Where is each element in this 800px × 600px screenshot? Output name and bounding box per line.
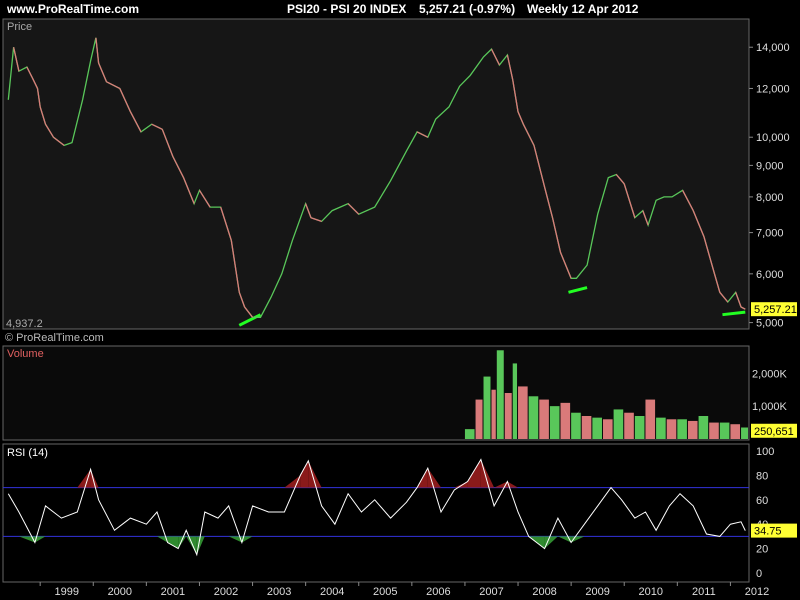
volume-bar (656, 417, 666, 439)
volume-bar (698, 416, 709, 439)
time-tick-label: 2010 (639, 586, 663, 598)
price-axis: 14,000 12,000 10,000 9,000 8,000 7,000 6,000 5,… (749, 42, 790, 330)
volume-bar (592, 417, 602, 439)
volume-bar (560, 402, 571, 439)
volume-bar (645, 399, 656, 439)
volume-panel[interactable]: Volume 2,000K 1,000K 250,651 (2, 345, 797, 441)
time-tick-label: 2009 (585, 586, 609, 598)
last-rsi-text: 34.75 (754, 526, 782, 538)
rsi-panel[interactable]: RSI (14) 100806040200 34.75 (2, 443, 797, 583)
time-tick-label: 2007 (479, 586, 503, 598)
volume-bar (491, 389, 496, 439)
volume-tick-label: 1,000K (752, 401, 788, 413)
volume-bar (504, 393, 512, 439)
volume-bar (528, 396, 539, 439)
rsi-tick-label: 80 (756, 470, 768, 482)
last-price-text: 5,257.21 (754, 304, 797, 316)
volume-bar (464, 429, 475, 439)
volume-bar (730, 424, 741, 439)
rsi-tick-label: 100 (756, 446, 774, 458)
volume-bar (709, 422, 719, 439)
time-tick-label: 2000 (108, 586, 132, 598)
volume-bar (496, 350, 504, 439)
volume-bar (602, 419, 613, 439)
volume-bar (518, 386, 528, 439)
time-tick-label: 2003 (267, 586, 291, 598)
rsi-tick-label: 20 (756, 544, 768, 556)
volume-tick-label: 2,000K (752, 368, 788, 380)
time-tick-label: 1999 (54, 586, 78, 598)
price-tick-label: 8,000 (756, 192, 784, 204)
volume-bar (634, 416, 645, 439)
volume-bar (581, 416, 592, 439)
volume-bar (512, 363, 518, 439)
price-tick-label: 5,000 (756, 318, 784, 330)
price-tick-label: 7,000 (756, 228, 784, 240)
volume-bar (475, 399, 483, 439)
volume-bar (613, 409, 624, 439)
price-panel-label: Price (7, 21, 32, 33)
rsi-tick-label: 60 (756, 495, 768, 507)
volume-bar (741, 427, 748, 439)
time-tick-label: 2001 (161, 586, 185, 598)
volume-panel-label: Volume (7, 348, 44, 360)
time-tick-label: 2012 (745, 586, 769, 598)
volume-bar (539, 399, 549, 439)
watermark: © ProRealTime.com (5, 332, 104, 344)
price-tick-label: 9,000 (756, 160, 784, 172)
time-tick-label: 2005 (373, 586, 397, 598)
volume-axis: 2,000K 1,000K (752, 368, 788, 413)
last-rsi-badge: 34.75 (751, 523, 797, 538)
price-tick-label: 12,000 (756, 83, 790, 95)
rsi-tick-label: 0 (756, 568, 762, 580)
price-tick-label: 10,000 (756, 132, 790, 144)
volume-bar (666, 419, 677, 439)
volume-bar (571, 412, 581, 439)
last-price-badge: 5,257.21 (751, 302, 797, 317)
time-tick-label: 2002 (214, 586, 238, 598)
last-volume-text: 250,651 (754, 426, 794, 438)
price-tick-label: 6,000 (756, 269, 784, 281)
time-tick-label: 2006 (426, 586, 450, 598)
time-tick-label: 2004 (320, 586, 344, 598)
volume-bar (687, 420, 698, 439)
price-tick-label: 14,000 (756, 42, 790, 54)
chart-canvas: Price 4,937.2 14,000 12,000 10,000 9,000 8,0… (2, 18, 797, 598)
volume-bar (483, 376, 491, 439)
rsi-panel-label: RSI (14) (7, 447, 48, 459)
time-tick-label: 2011 (692, 586, 716, 598)
time-tick-label: 2008 (532, 586, 556, 598)
volume-bar (677, 419, 687, 439)
volume-bar (624, 412, 634, 439)
price-min-label: 4,937.2 (6, 318, 43, 330)
volume-bar (719, 422, 730, 439)
price-panel[interactable]: Price 4,937.2 14,000 12,000 10,000 9,000 8,0… (2, 18, 797, 330)
last-volume-badge: 250,651 (751, 423, 797, 438)
volume-bar (549, 406, 560, 439)
time-axis: 1999 2000 2001 2002 2003 2004 2005 2006 2007 2008… (39, 582, 769, 598)
